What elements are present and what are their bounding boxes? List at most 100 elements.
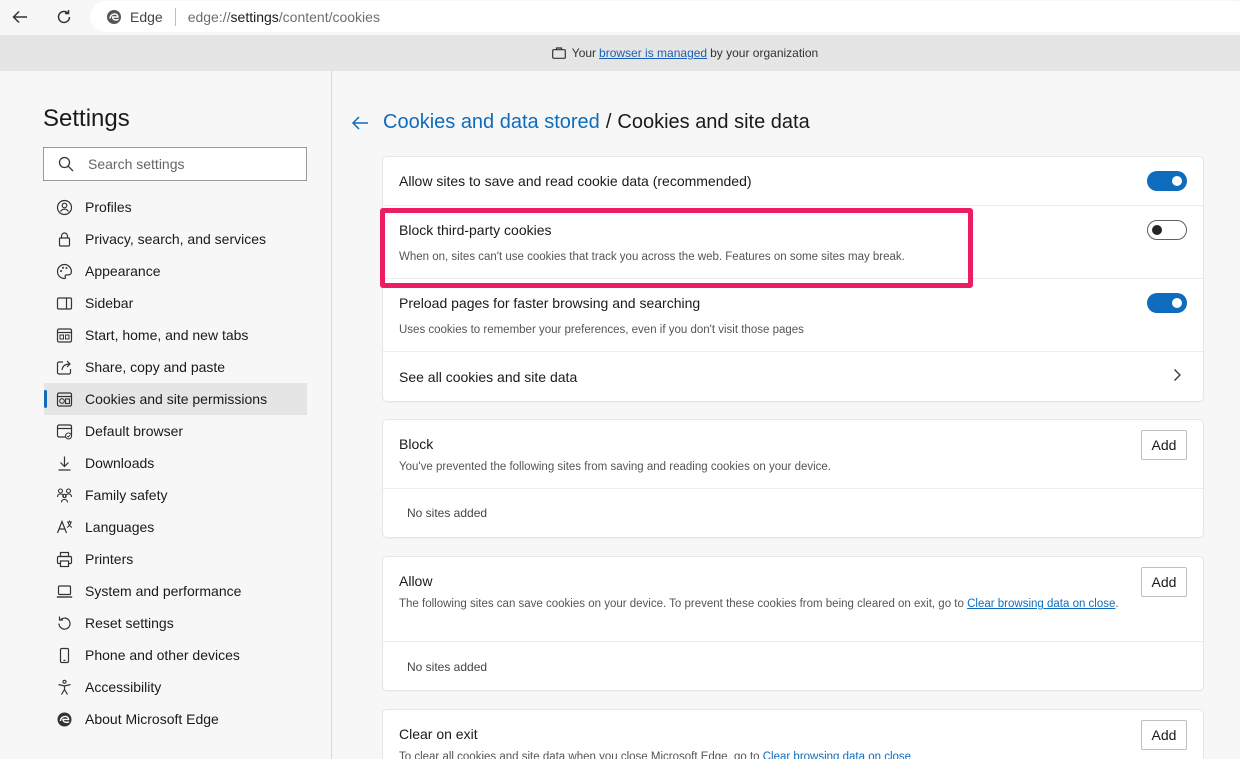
search-input[interactable]: Search settings: [43, 147, 307, 181]
clear-browsing-data-link[interactable]: Clear browsing data on close: [763, 751, 911, 759]
download-icon: [58, 456, 71, 471]
clear-on-exit-card: Clear on exit To clear all cookies and s…: [383, 710, 1203, 759]
breadcrumb-separator: /: [605, 111, 612, 133]
sidebar-item-label: Default browser: [85, 423, 184, 439]
clear-desc-text: To clear all cookies and site data when …: [399, 751, 760, 759]
allow-add-button[interactable]: Add: [1141, 567, 1187, 597]
sidebar-item-label: Share, copy and paste: [85, 359, 226, 375]
url-path: /content/cookies: [278, 8, 380, 25]
clear-header: Clear on exit To clear all cookies and s…: [383, 710, 1203, 759]
laptop-icon: [56, 584, 73, 598]
profile-icon: [56, 199, 73, 215]
see-all-cookies-row[interactable]: See all cookies and site data: [383, 352, 1203, 400]
block-third-party-toggle[interactable]: [1147, 220, 1187, 240]
setting-title: Allow sites to save and read cookie data…: [399, 173, 752, 189]
clear-add-button[interactable]: Add: [1141, 720, 1187, 750]
sidebar-item-label: Reset settings: [85, 615, 174, 631]
setting-title: Block third-party cookies: [399, 222, 552, 238]
allow-title: Allow: [399, 573, 433, 589]
sidebar-item-sidebar[interactable]: Sidebar: [44, 287, 307, 319]
sidebar-item-privacy[interactable]: Privacy, search, and services: [44, 223, 307, 255]
page-title: Cookies and site data: [617, 111, 810, 133]
sidebar-item-printers[interactable]: Printers: [44, 543, 307, 575]
clear-description: To clear all cookies and site data when …: [399, 749, 1119, 759]
page-header: Cookies and data stored / Cookies and si…: [350, 111, 810, 134]
block-list: No sites added: [383, 489, 1203, 537]
edge-logo-icon: [57, 712, 72, 726]
sidebar-item-reset[interactable]: Reset settings: [44, 607, 307, 639]
sidebar-item-default-browser[interactable]: Default browser: [44, 415, 307, 447]
main-content: Cookies and data stored / Cookies and si…: [333, 71, 1240, 759]
family-icon: [56, 487, 73, 503]
block-header: Block You've prevented the following sit…: [383, 420, 1203, 489]
sidebar-icon: [56, 296, 73, 310]
phone-icon: [59, 647, 70, 663]
sidebar-item-downloads[interactable]: Downloads: [44, 447, 307, 479]
sidebar-item-family-safety[interactable]: Family safety: [44, 479, 307, 511]
address-bar: Edge edge://settings/content/cookies: [0, 0, 1240, 34]
setting-allow-cookies: Allow sites to save and read cookie data…: [383, 157, 1203, 206]
allow-desc-text: The following sites can save cookies on …: [399, 598, 964, 610]
sidebar-item-about[interactable]: About Microsoft Edge: [44, 703, 307, 735]
back-button[interactable]: [6, 3, 34, 31]
block-card: Block You've prevented the following sit…: [383, 420, 1203, 537]
sidebar-item-label: Languages: [85, 519, 155, 535]
palette-icon: [56, 263, 73, 279]
browser-brand: Edge: [130, 8, 163, 25]
sidebar-item-label: Accessibility: [85, 679, 162, 695]
sidebar-item-appearance[interactable]: Appearance: [44, 255, 307, 287]
allow-cookies-toggle[interactable]: [1147, 171, 1187, 191]
breadcrumb-link[interactable]: Cookies and data stored: [383, 111, 600, 134]
edge-logo-icon: [107, 9, 121, 24]
url-host: settings: [230, 8, 279, 25]
refresh-icon: [57, 10, 71, 24]
block-add-button[interactable]: Add: [1141, 430, 1187, 460]
setting-block-third-party: Block third-party cookies When on, sites…: [383, 206, 1203, 279]
sidebar-item-label: Appearance: [85, 263, 161, 279]
allow-card: Allow The following sites can save cooki…: [383, 557, 1203, 690]
url-scheme: edge://: [187, 8, 231, 25]
sidebar-item-system[interactable]: System and performance: [44, 575, 307, 607]
sidebar-item-label: Downloads: [85, 455, 155, 471]
browser-managed-link[interactable]: browser is managed: [599, 46, 707, 60]
sidebar-item-label: Phone and other devices: [85, 647, 240, 663]
managed-text-before: Your: [571, 46, 597, 60]
block-title: Block: [399, 436, 434, 452]
block-description: You've prevented the following sites fro…: [399, 461, 832, 473]
briefcase-icon: [551, 47, 566, 59]
sidebar-item-cookies[interactable]: Cookies and site permissions: [44, 383, 307, 415]
sidebar-item-share[interactable]: Share, copy and paste: [44, 351, 307, 383]
sidebar-item-profiles[interactable]: Profiles: [44, 191, 307, 223]
url-divider: [174, 7, 176, 26]
languages-icon: [56, 519, 73, 533]
allow-list: No sites added: [383, 642, 1203, 690]
sidebar-item-label: Profiles: [85, 199, 132, 215]
lock-icon: [58, 231, 71, 247]
settings-title: Settings: [43, 105, 130, 132]
sidebar-item-label: Privacy, search, and services: [85, 231, 267, 247]
sidebar-item-start-home[interactable]: Start, home, and new tabs: [44, 319, 307, 351]
sidebar-item-label: System and performance: [85, 583, 242, 599]
sidebar-item-languages[interactable]: Languages: [44, 511, 307, 543]
accessibility-icon: [58, 679, 71, 695]
clear-title: Clear on exit: [399, 726, 478, 742]
sidebar-item-phone[interactable]: Phone and other devices: [44, 639, 307, 671]
setting-preload-pages: Preload pages for faster browsing and se…: [383, 279, 1203, 352]
allow-header: Allow The following sites can save cooki…: [383, 557, 1203, 642]
allow-empty-text: No sites added: [407, 660, 488, 674]
search-icon: [58, 156, 74, 172]
cookies-icon: [56, 391, 73, 407]
url-field[interactable]: Edge edge://settings/content/cookies: [90, 1, 1240, 32]
printer-icon: [56, 551, 73, 567]
sidebar-item-label: About Microsoft Edge: [85, 711, 219, 727]
clear-browsing-data-link[interactable]: Clear browsing data on close: [967, 598, 1115, 610]
preload-pages-toggle[interactable]: [1147, 293, 1187, 313]
setting-title: See all cookies and site data: [399, 369, 578, 385]
sidebar-item-label: Printers: [85, 551, 134, 567]
sidebar-item-accessibility[interactable]: Accessibility: [44, 671, 307, 703]
sidebar-nav: Profiles Privacy, search, and services A…: [44, 191, 307, 735]
arrow-left-icon: [12, 10, 27, 24]
back-arrow-icon[interactable]: [350, 113, 370, 133]
refresh-button[interactable]: [50, 3, 78, 31]
block-empty-text: No sites added: [407, 506, 488, 520]
